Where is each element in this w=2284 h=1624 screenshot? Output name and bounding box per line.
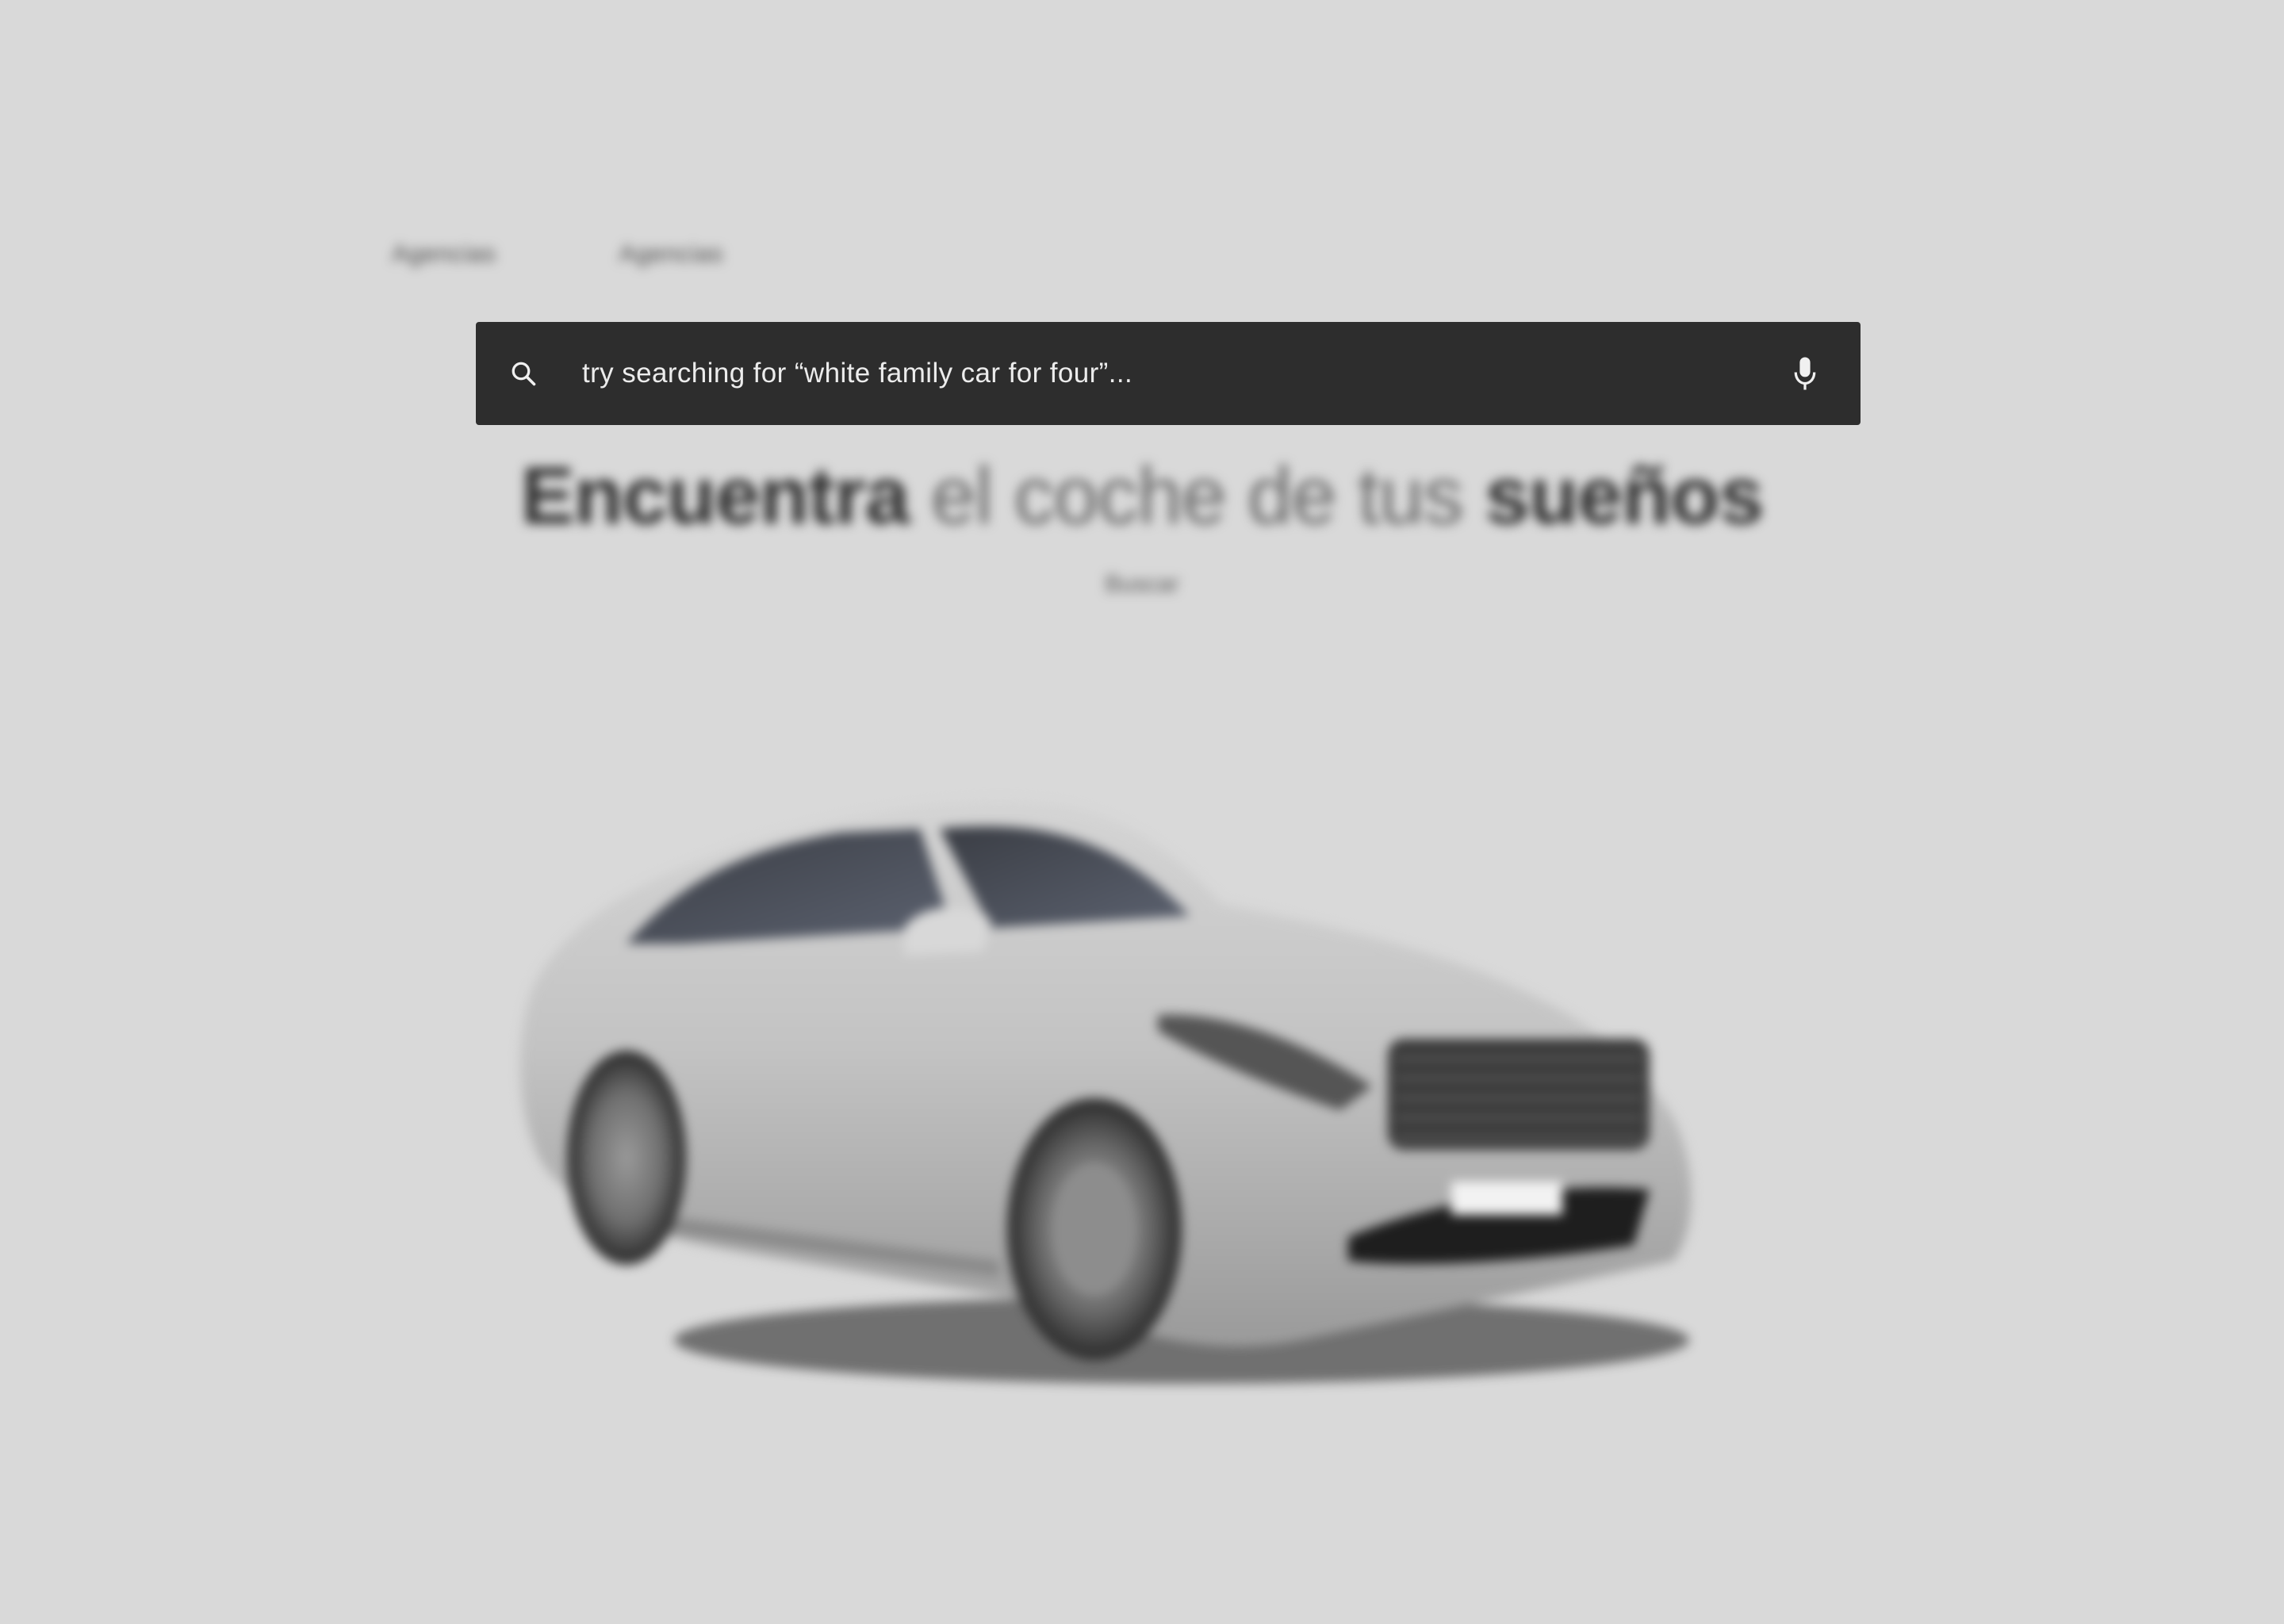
headline-suenos: sueños: [1485, 450, 1764, 541]
microphone-icon[interactable]: [1781, 356, 1829, 391]
blurred-background: Agencias Agencias Encuentra el coche de …: [0, 0, 2284, 1624]
search-icon[interactable]: [498, 359, 549, 388]
nav-link-agencias-2[interactable]: Agencias: [619, 239, 724, 268]
nav-link-agencias-1[interactable]: Agencias: [392, 239, 496, 268]
search-bar: [476, 322, 1861, 425]
search-input[interactable]: [549, 322, 1781, 425]
top-nav: Agencias Agencias: [392, 239, 723, 268]
headline-encuentra: Encuentra: [520, 450, 910, 541]
car-image: [520, 801, 1692, 1384]
hero-headline: Encuentra el coche de tus sueños: [0, 444, 2284, 547]
buscar-link[interactable]: Buscar: [0, 571, 2284, 598]
headline-middle: el coche de tus: [909, 450, 1485, 541]
